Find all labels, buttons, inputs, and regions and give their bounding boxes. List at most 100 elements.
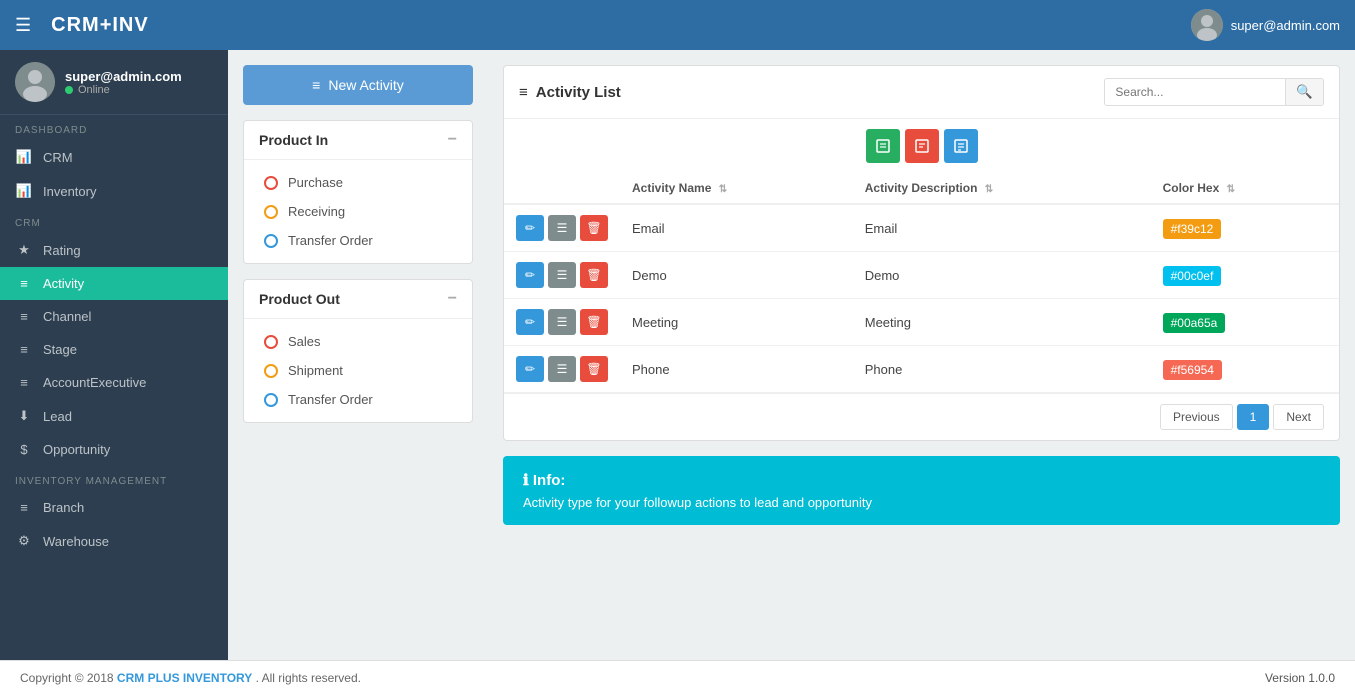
- list-icon: ≡: [312, 77, 320, 93]
- activity-list-card: ≡ Activity List 🔍: [503, 65, 1340, 441]
- activity-desc-col-header[interactable]: Activity Description ⇅: [853, 173, 1151, 204]
- product-out-title: Product Out: [259, 291, 340, 307]
- footer-rights: . All rights reserved.: [256, 671, 361, 685]
- accountexecutive-icon: ≡: [15, 375, 33, 390]
- product-in-item-receiving[interactable]: Receiving: [244, 197, 472, 226]
- sidebar-username: super@admin.com: [65, 69, 182, 84]
- product-out-item-shipment[interactable]: Shipment: [244, 356, 472, 385]
- sidebar-item-channel[interactable]: ≡ Channel: [0, 300, 228, 333]
- sidebar-item-crm[interactable]: 📊 CRM: [0, 140, 228, 174]
- sidebar-item-opportunity[interactable]: $ Opportunity: [0, 433, 228, 466]
- current-page-button[interactable]: 1: [1237, 404, 1270, 430]
- table-cell-actions: ✏ ☰ 🗑: [504, 299, 620, 346]
- edit-button[interactable]: ✏: [516, 309, 544, 335]
- content-area: ≡ New Activity Product In − Purchase Rec: [228, 50, 1355, 660]
- edit-button[interactable]: ✏: [516, 262, 544, 288]
- sidebar-item-accountexecutive[interactable]: ≡ AccountExecutive: [0, 366, 228, 399]
- info-box-text: Activity type for your followup actions …: [523, 495, 1320, 510]
- footer-brand: CRM PLUS INVENTORY: [117, 671, 252, 685]
- inventory-icon: 📊: [15, 183, 33, 199]
- new-activity-button[interactable]: ≡ New Activity: [243, 65, 473, 105]
- bar-chart-icon: 📊: [15, 149, 33, 165]
- action-btns: ✏ ☰ 🗑: [516, 215, 608, 241]
- action-btns: ✏ ☰ 🗑: [516, 356, 608, 382]
- status-dot: [65, 86, 73, 94]
- activity-list-title: ≡ Activity List: [519, 84, 621, 101]
- table-cell-color: #f56954: [1151, 346, 1339, 393]
- delete-button[interactable]: 🗑: [580, 309, 608, 335]
- main-wrapper: super@admin.com Online Dashboard 📊 CRM 📊…: [0, 50, 1355, 660]
- sidebar-item-label: Opportunity: [43, 442, 110, 457]
- table-row: ✏ ☰ 🗑 Phone Phone #f56954: [504, 346, 1339, 393]
- search-button[interactable]: 🔍: [1285, 79, 1323, 105]
- product-out-item-sales[interactable]: Sales: [244, 327, 472, 356]
- table-cell-description: Meeting: [853, 299, 1151, 346]
- search-input[interactable]: [1105, 80, 1285, 104]
- circle-red-icon-out: [264, 335, 278, 349]
- activity-list-header: ≡ Activity List 🔍: [504, 66, 1339, 119]
- table-cell-description: Demo: [853, 252, 1151, 299]
- view-button[interactable]: ☰: [548, 215, 576, 241]
- color-badge: #00c0ef: [1163, 266, 1222, 286]
- view-button[interactable]: ☰: [548, 262, 576, 288]
- product-out-card: Product Out − Sales Shipment Transfer Or…: [243, 279, 473, 423]
- product-in-collapse[interactable]: −: [448, 131, 457, 149]
- edit-button[interactable]: ✏: [516, 215, 544, 241]
- sidebar-item-inventory[interactable]: 📊 Inventory: [0, 174, 228, 208]
- circle-red-icon: [264, 176, 278, 190]
- delete-button[interactable]: 🗑: [580, 215, 608, 241]
- info-box: ℹ Info: Activity type for your followup …: [503, 456, 1340, 525]
- table-cell-color: #00c0ef: [1151, 252, 1339, 299]
- sidebar-item-lead[interactable]: ⬇ Lead: [0, 399, 228, 433]
- sidebar-item-activity[interactable]: ≡ Activity: [0, 267, 228, 300]
- product-in-title: Product In: [259, 132, 328, 148]
- pagination: Previous 1 Next: [504, 393, 1339, 440]
- delete-button[interactable]: 🗑: [580, 262, 608, 288]
- sidebar-item-label: Warehouse: [43, 534, 109, 549]
- product-out-collapse[interactable]: −: [448, 290, 457, 308]
- next-page-button[interactable]: Next: [1273, 404, 1324, 430]
- left-panel: ≡ New Activity Product In − Purchase Rec: [228, 50, 488, 660]
- sidebar-section-dashboard: Dashboard: [0, 115, 228, 140]
- view-button[interactable]: ☰: [548, 356, 576, 382]
- sidebar-item-stage[interactable]: ≡ Stage: [0, 333, 228, 366]
- circle-blue-icon: [264, 234, 278, 248]
- sidebar-item-warehouse[interactable]: ⚙ Warehouse: [0, 524, 228, 558]
- search-box: 🔍: [1104, 78, 1324, 106]
- product-in-item-purchase[interactable]: Purchase: [244, 168, 472, 197]
- activity-name-col-header[interactable]: Activity Name ⇅: [620, 173, 853, 204]
- sidebar-profile: super@admin.com Online: [0, 50, 228, 115]
- star-icon: ★: [15, 242, 33, 258]
- product-out-item-transfer[interactable]: Transfer Order: [244, 385, 472, 414]
- color-hex-col-header[interactable]: Color Hex ⇅: [1151, 173, 1339, 204]
- table-cell-description: Phone: [853, 346, 1151, 393]
- circle-blue-icon-out: [264, 393, 278, 407]
- product-in-body: Purchase Receiving Transfer Order: [244, 160, 472, 263]
- sidebar-item-label: Stage: [43, 342, 77, 357]
- sidebar-item-label: CRM: [43, 150, 73, 165]
- sidebar-item-rating[interactable]: ★ Rating: [0, 233, 228, 267]
- export-excel-button[interactable]: [944, 129, 978, 163]
- sidebar-item-label: Channel: [43, 309, 91, 324]
- activity-list-title-text: Activity List: [536, 84, 621, 101]
- circle-orange-icon-out: [264, 364, 278, 378]
- delete-button[interactable]: 🗑: [580, 356, 608, 382]
- avatar: [1191, 9, 1223, 41]
- export-pdf-button[interactable]: [905, 129, 939, 163]
- export-csv-button[interactable]: [866, 129, 900, 163]
- edit-button[interactable]: ✏: [516, 356, 544, 382]
- sidebar-status: Online: [65, 84, 182, 96]
- table-cell-color: #00a65a: [1151, 299, 1339, 346]
- view-button[interactable]: ☰: [548, 309, 576, 335]
- prev-page-button[interactable]: Previous: [1160, 404, 1233, 430]
- table-cell-color: #f39c12: [1151, 204, 1339, 252]
- navbar-user-email: super@admin.com: [1231, 18, 1340, 33]
- sidebar-item-label: Branch: [43, 500, 84, 515]
- product-in-item-transfer[interactable]: Transfer Order: [244, 226, 472, 255]
- brand-logo: CRM+INV: [51, 14, 149, 37]
- menu-toggle-icon[interactable]: ☰: [15, 15, 31, 36]
- sidebar-item-branch[interactable]: ≡ Branch: [0, 491, 228, 524]
- product-in-header: Product In −: [244, 121, 472, 160]
- actions-col-header: [504, 173, 620, 204]
- transfer-order-out-label: Transfer Order: [288, 392, 373, 407]
